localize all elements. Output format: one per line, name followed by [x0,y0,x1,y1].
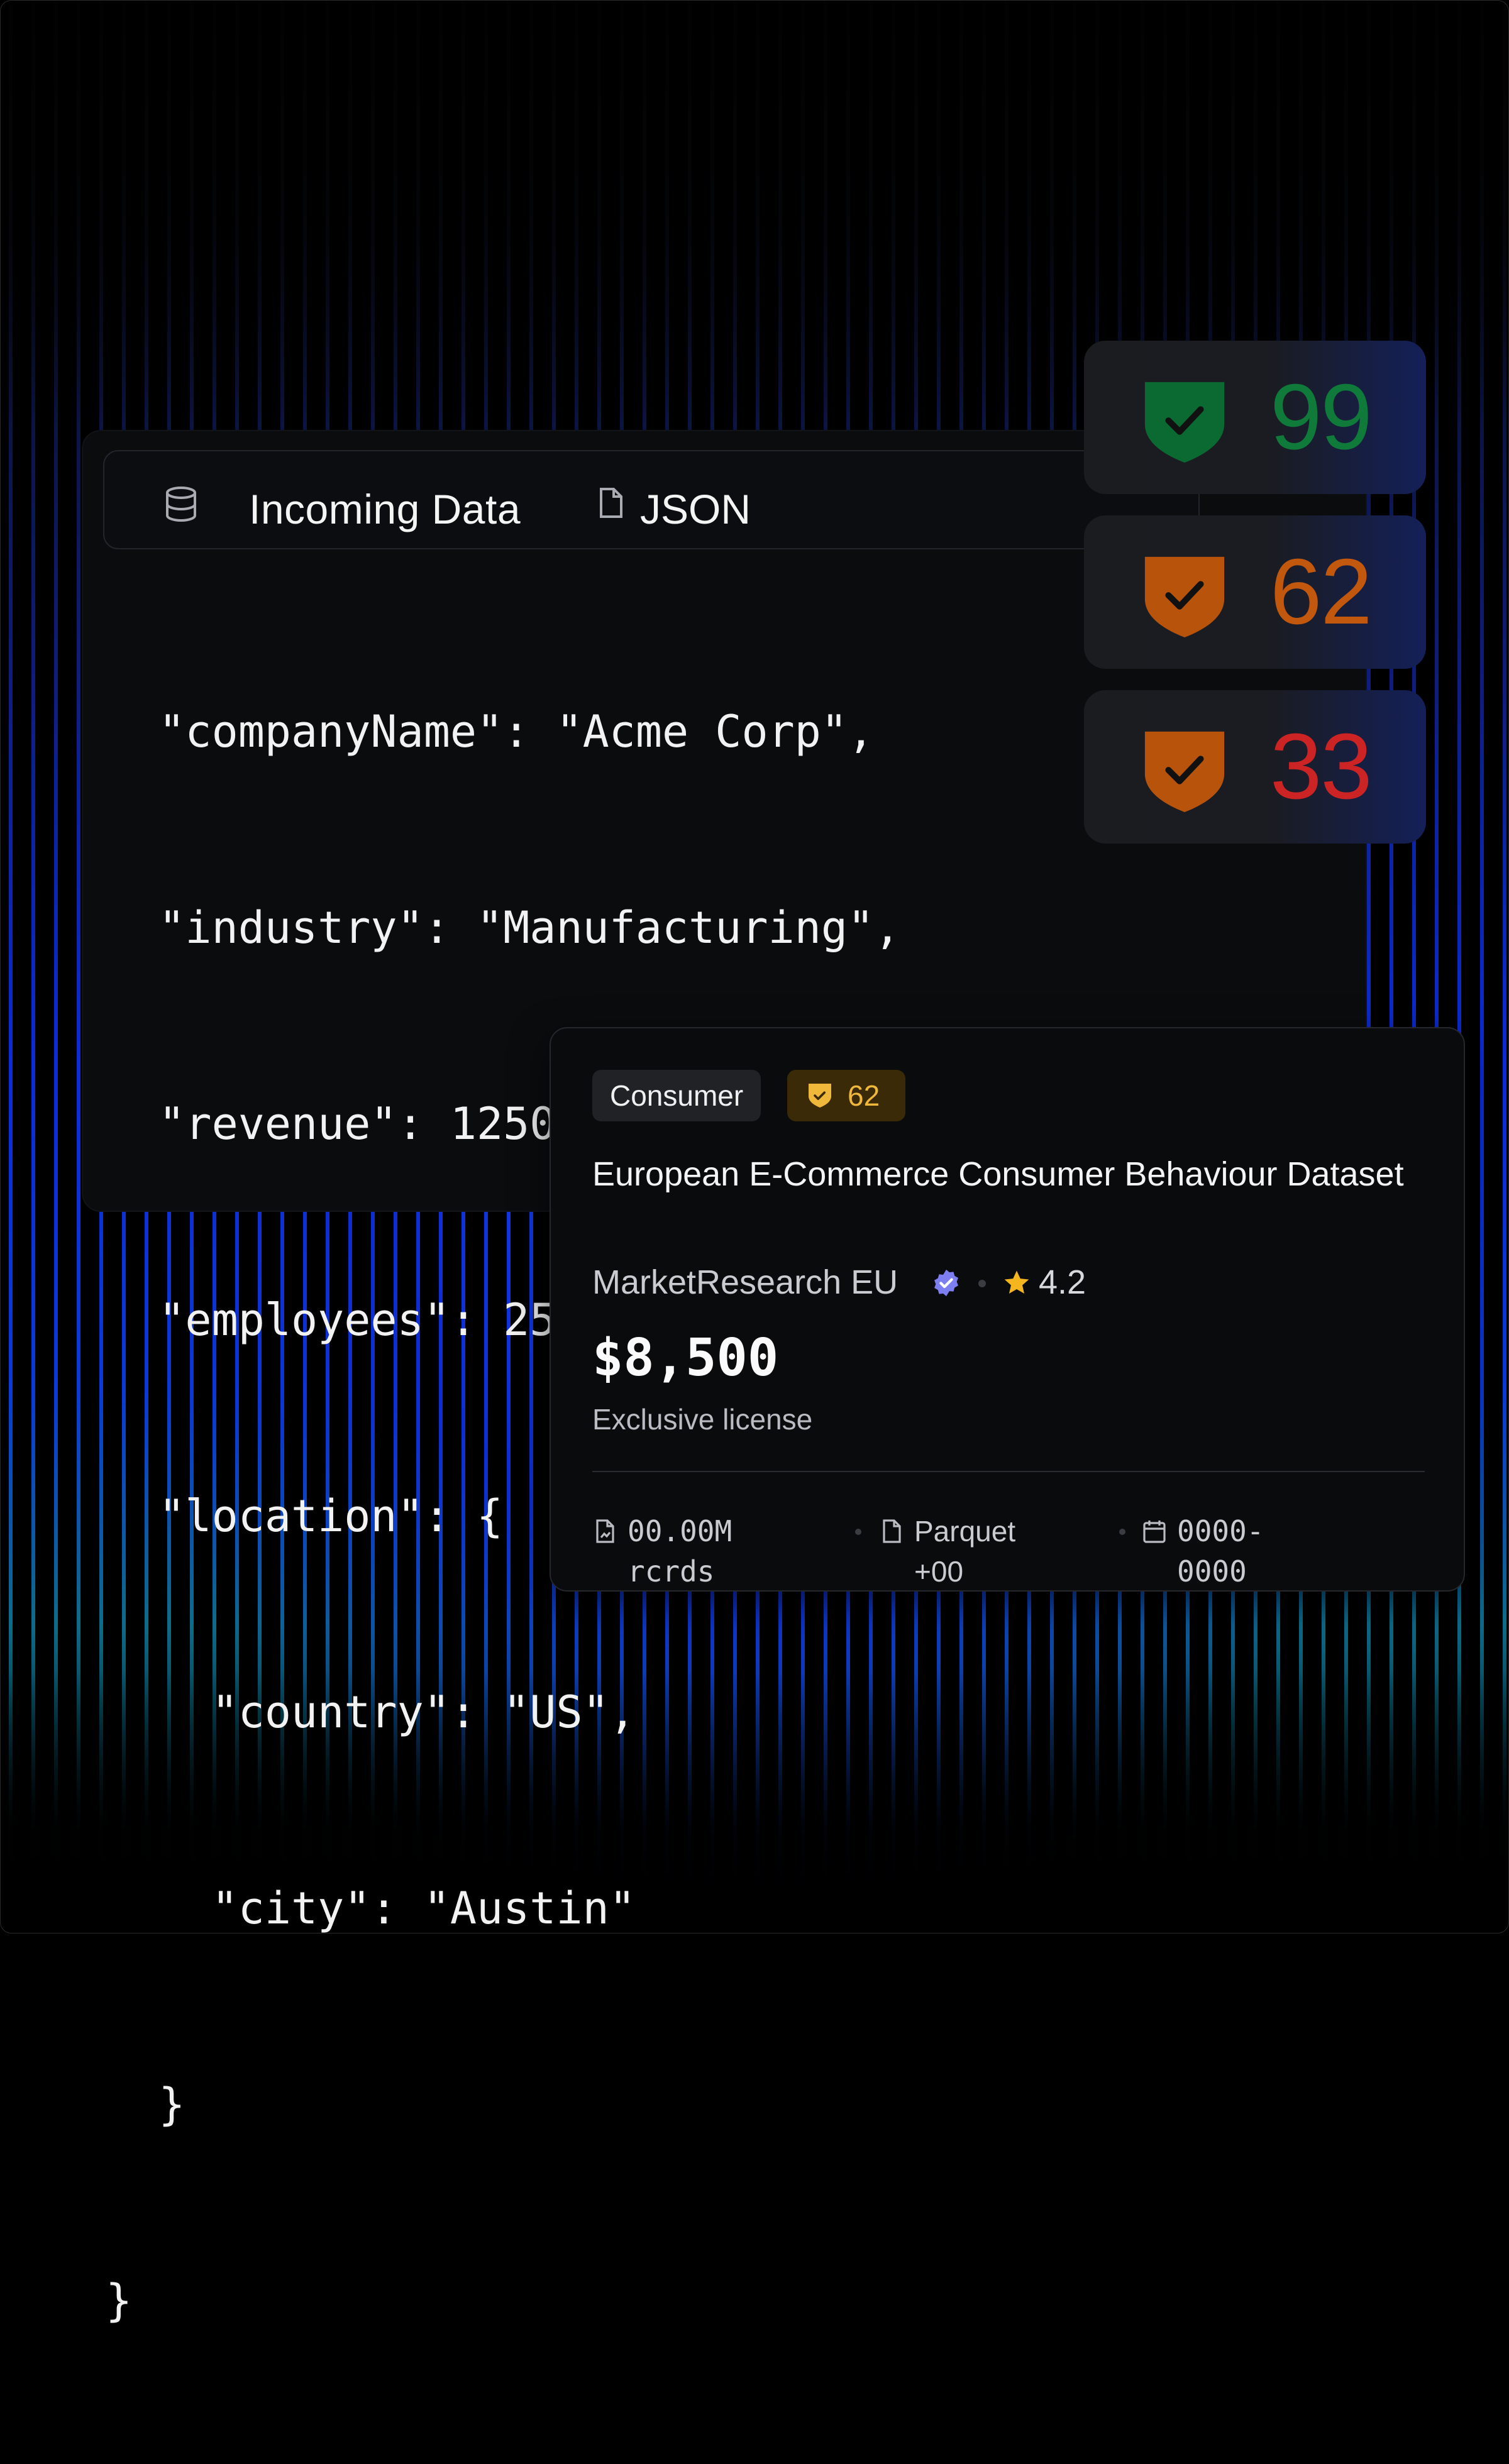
file-format-icon [883,1519,901,1543]
shield-check-icon [1144,382,1225,463]
score-card-medium: 62 [1084,515,1426,669]
dataset-title[interactable]: European E-Commerce Consumer Behaviour D… [592,1152,1410,1197]
score-value: 99 [1270,365,1373,469]
panel-title: Incoming Data [249,486,521,532]
dataset-card[interactable]: Consumer 62 European E-Commerce Consumer… [550,1027,1465,1592]
score-card-high: 99 [1084,341,1426,494]
shield-check-icon [809,1084,831,1108]
date-range: 0000-0000 [1177,1514,1264,1588]
database-icon [166,487,196,522]
score-card-low: 33 [1084,690,1426,844]
code-line: "companyName": "Acme Corp", [106,706,875,757]
license-type: Exclusive license [592,1403,813,1436]
shield-check-icon [1144,556,1225,638]
code-line: "country": "US", [106,1686,636,1738]
code-line: } [106,2079,185,2130]
record-count: 00.00M rcrds [627,1514,732,1588]
file-icon [600,488,622,518]
file-format: Parquet +00 [914,1515,1016,1588]
quality-score-badge: 62 [787,1070,905,1121]
code-line: } [106,2275,133,2326]
price: $8,500 [592,1328,779,1388]
score-value: 33 [1270,715,1373,818]
rating-value: 4.2 [1039,1263,1086,1301]
format-label: JSON [640,486,751,532]
code-line: "city": "Austin" [106,1883,636,1934]
code-line: "industry": "Manufacturing", [106,902,901,954]
category-badge: Consumer [592,1070,761,1121]
records-file-icon [596,1519,614,1543]
score-value: 62 [1270,540,1373,644]
quality-score: 62 [848,1079,880,1112]
seller-name[interactable]: MarketResearch EU [592,1260,898,1305]
star-icon [1004,1270,1029,1294]
shield-check-icon [1144,731,1225,813]
verified-badge-icon [934,1269,958,1297]
calendar-icon [1143,1521,1166,1543]
panel-header: Incoming Data JSON [103,450,1200,549]
divider [592,1471,1425,1472]
